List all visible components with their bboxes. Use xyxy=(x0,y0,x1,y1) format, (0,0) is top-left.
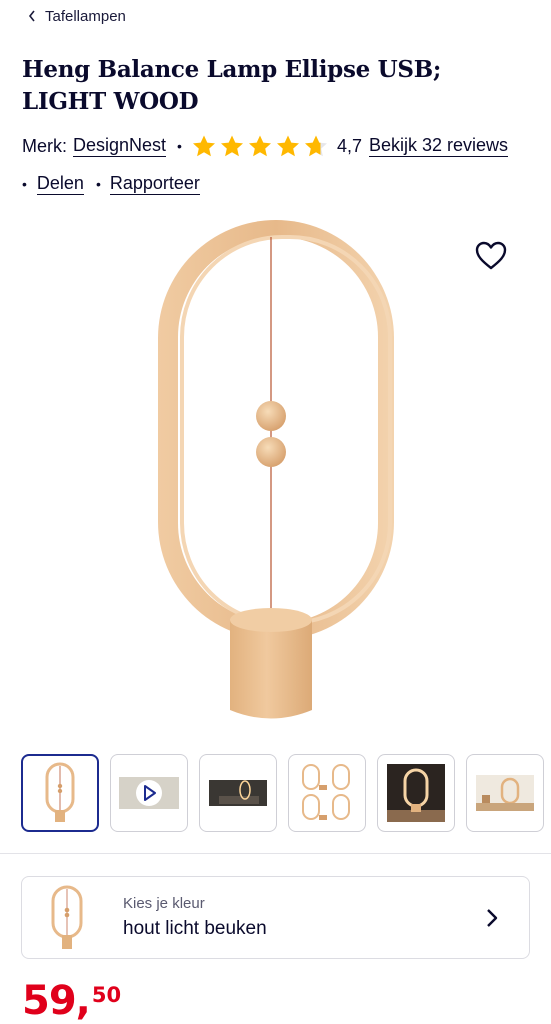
rating-value: 4,7 xyxy=(336,135,362,156)
thumbnail-lamp-grid[interactable] xyxy=(288,754,366,832)
product-title: Heng Balance Lamp Ellipse USB; LIGHT WOO… xyxy=(22,54,522,118)
thumbnail-lamp-desk[interactable] xyxy=(466,754,544,832)
thumbnail-video[interactable] xyxy=(110,754,188,832)
brand-prefix: Merk: xyxy=(22,135,67,156)
reviews-link[interactable]: Bekijk 32 reviews xyxy=(368,135,509,157)
rating-stars xyxy=(191,133,329,159)
share-link[interactable]: Delen xyxy=(36,173,84,195)
product-image-lamp[interactable] xyxy=(140,215,410,735)
product-title-line1: Heng Balance Lamp Ellipse USB; xyxy=(22,56,442,83)
color-selector[interactable]: Kies je kleur hout licht beuken xyxy=(21,876,530,959)
star-icon xyxy=(248,135,271,157)
desk-thumbnail-image xyxy=(476,775,534,811)
product-meta-row: Merk: DesignNest • 4,7 Bekijk 32 reviews xyxy=(22,132,509,160)
heart-outline-icon[interactable] xyxy=(474,240,508,272)
product-title-line2: LIGHT WOOD xyxy=(22,88,199,115)
thumbnail-lamp-dark-table[interactable] xyxy=(377,754,455,832)
thumbnail-lamp-front[interactable] xyxy=(21,754,99,832)
breadcrumb-label: Tafellampen xyxy=(45,7,126,25)
separator-dot: • xyxy=(22,176,27,192)
video-thumbnail-image xyxy=(119,777,179,809)
color-selector-label: Kies je kleur xyxy=(123,895,205,912)
separator-dot: • xyxy=(177,138,182,154)
thumbnail-lamp-dark-room[interactable] xyxy=(199,754,277,832)
star-icon xyxy=(276,135,299,157)
lamp-thumbnail-image xyxy=(45,762,75,822)
star-icon xyxy=(192,135,215,157)
separator-dot: • xyxy=(95,176,101,192)
product-actions-row: • Delen • Rapporteer xyxy=(22,170,200,198)
lamp-grid-thumbnail-image xyxy=(302,764,350,820)
thumbnail-strip xyxy=(21,754,544,832)
section-divider xyxy=(0,853,551,854)
star-icon xyxy=(220,135,243,157)
color-selector-value: hout licht beuken xyxy=(123,918,267,939)
chevron-left-icon xyxy=(28,10,35,22)
chevron-right-icon xyxy=(487,909,498,927)
star-icon xyxy=(304,135,327,157)
price: 59, 50 xyxy=(22,978,121,1024)
dark-room-thumbnail-image xyxy=(209,780,267,806)
price-whole: 59, xyxy=(22,978,91,1024)
dark-table-thumbnail-image xyxy=(387,764,445,822)
breadcrumb[interactable]: Tafellampen xyxy=(27,5,126,27)
report-link[interactable]: Rapporteer xyxy=(109,173,200,195)
color-variant-thumbnail xyxy=(51,885,83,949)
brand-link[interactable]: DesignNest xyxy=(73,135,167,157)
price-cents: 50 xyxy=(91,983,122,1007)
